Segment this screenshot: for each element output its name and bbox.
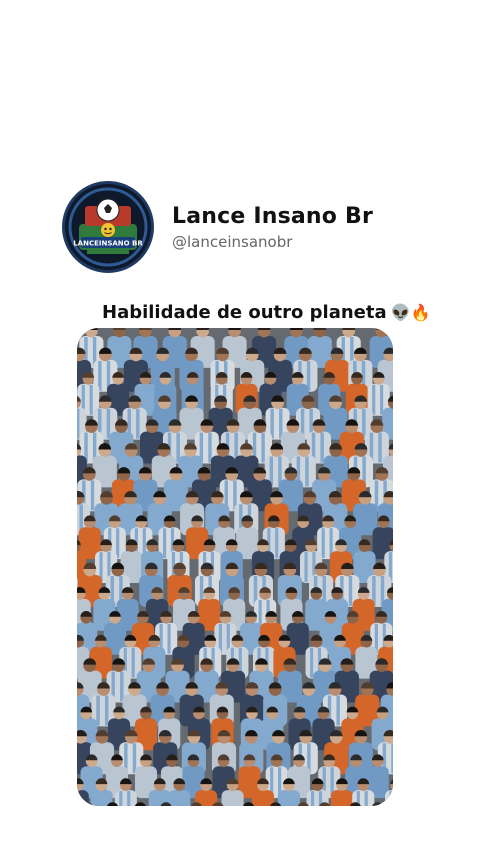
lanceinsano-logo-icon: LANCEINSANO BR xyxy=(65,184,151,270)
avatar[interactable]: LANCEINSANO BR xyxy=(62,181,154,273)
post-caption: Habilidade de outro planeta 👽🔥 xyxy=(102,302,430,323)
caption-emoji: 👽🔥 xyxy=(390,303,431,322)
caption-text: Habilidade de outro planeta xyxy=(102,302,387,323)
post-video[interactable] xyxy=(77,328,393,806)
avatar-logo-text: LANCEINSANO BR xyxy=(73,240,143,248)
crowd-video-frame xyxy=(77,328,393,806)
video-shade-overlay xyxy=(77,328,393,806)
author-display-name[interactable]: Lance Insano Br xyxy=(172,204,373,229)
post-header: LANCEINSANO BR Lance Insano Br @lanceins… xyxy=(62,181,373,273)
author-handle[interactable]: @lanceinsanobr xyxy=(172,233,373,251)
author-names: Lance Insano Br @lanceinsanobr xyxy=(172,204,373,251)
